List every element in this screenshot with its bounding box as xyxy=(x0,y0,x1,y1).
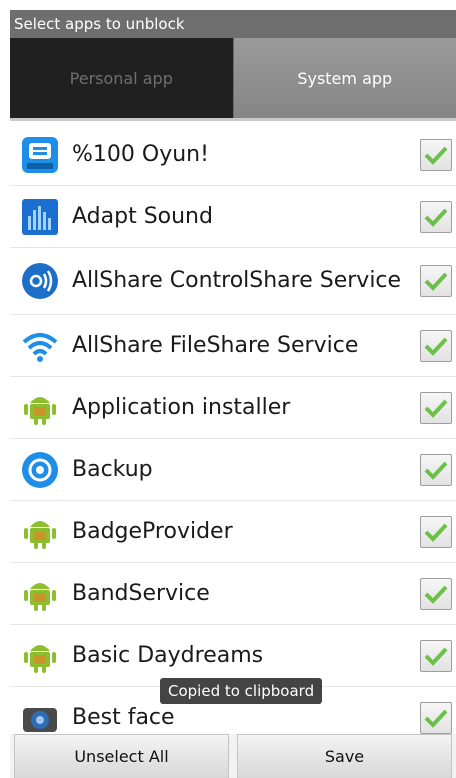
camera-icon xyxy=(20,698,60,735)
android-icon xyxy=(20,512,60,552)
checkmark-icon xyxy=(424,461,448,480)
checkbox[interactable] xyxy=(420,329,452,362)
checkbox[interactable] xyxy=(420,639,452,672)
checkbox[interactable] xyxy=(420,138,452,171)
backup-icon xyxy=(20,450,60,490)
unselect-all-button[interactable]: Unselect All xyxy=(14,734,229,778)
games-icon xyxy=(20,135,60,175)
app-name: Application installer xyxy=(72,394,291,420)
checkbox[interactable] xyxy=(420,577,452,610)
checkmark-icon xyxy=(424,399,448,418)
tab-personal-app[interactable]: Personal app xyxy=(10,38,233,118)
list-item[interactable]: Backup xyxy=(10,439,456,501)
app-name: Best face xyxy=(72,704,175,730)
app-name: BadgeProvider xyxy=(72,518,233,544)
checkbox[interactable] xyxy=(420,453,452,486)
app-name: Basic Daydreams xyxy=(72,642,264,668)
app-window: Select apps to unblock Personal app Syst… xyxy=(10,0,456,778)
allshare-control-icon xyxy=(20,261,60,301)
clipboard-toast: Copied to clipboard xyxy=(160,678,323,704)
android-icon xyxy=(20,574,60,614)
tab-bar: Personal app System app xyxy=(10,38,456,118)
checkmark-icon xyxy=(424,709,448,728)
app-name: Backup xyxy=(72,456,153,482)
tab-system-app[interactable]: System app xyxy=(232,38,456,118)
checkmark-icon xyxy=(424,523,448,542)
list-item[interactable]: BadgeProvider xyxy=(10,501,456,563)
list-item[interactable]: AllShare ControlShare Service xyxy=(10,248,456,315)
checkmark-icon xyxy=(424,337,448,356)
app-name: BandService xyxy=(72,580,210,606)
list-item[interactable]: Adapt Sound xyxy=(10,186,456,248)
list-item[interactable]: BandService xyxy=(10,563,456,625)
checkbox[interactable] xyxy=(420,701,452,734)
divider xyxy=(10,118,456,121)
checkmark-icon xyxy=(424,146,448,165)
app-name: %100 Oyun! xyxy=(72,141,209,167)
checkbox[interactable] xyxy=(420,391,452,424)
checkmark-icon xyxy=(424,208,448,227)
android-icon xyxy=(20,388,60,428)
android-icon xyxy=(20,636,60,676)
checkmark-icon xyxy=(424,585,448,604)
checkmark-icon xyxy=(424,647,448,666)
action-bar: Unselect All Save xyxy=(10,734,456,778)
adapt-sound-icon xyxy=(20,197,60,237)
checkbox[interactable] xyxy=(420,515,452,548)
app-name: AllShare FileShare Service xyxy=(72,332,359,358)
save-button[interactable]: Save xyxy=(237,734,452,778)
list-item[interactable]: Application installer xyxy=(10,377,456,439)
checkmark-icon xyxy=(424,272,448,291)
wifi-icon xyxy=(20,326,60,366)
checkbox[interactable] xyxy=(420,265,452,297)
app-list[interactable]: %100 Oyun! Adapt Sound AllShare ControlS… xyxy=(10,124,456,734)
checkbox[interactable] xyxy=(420,200,452,233)
list-item[interactable]: AllShare FileShare Service xyxy=(10,315,456,377)
app-name: AllShare ControlShare Service xyxy=(72,268,402,293)
list-item[interactable]: %100 Oyun! xyxy=(10,124,456,186)
dialog-title: Select apps to unblock xyxy=(10,10,456,38)
app-name: Adapt Sound xyxy=(72,203,213,229)
